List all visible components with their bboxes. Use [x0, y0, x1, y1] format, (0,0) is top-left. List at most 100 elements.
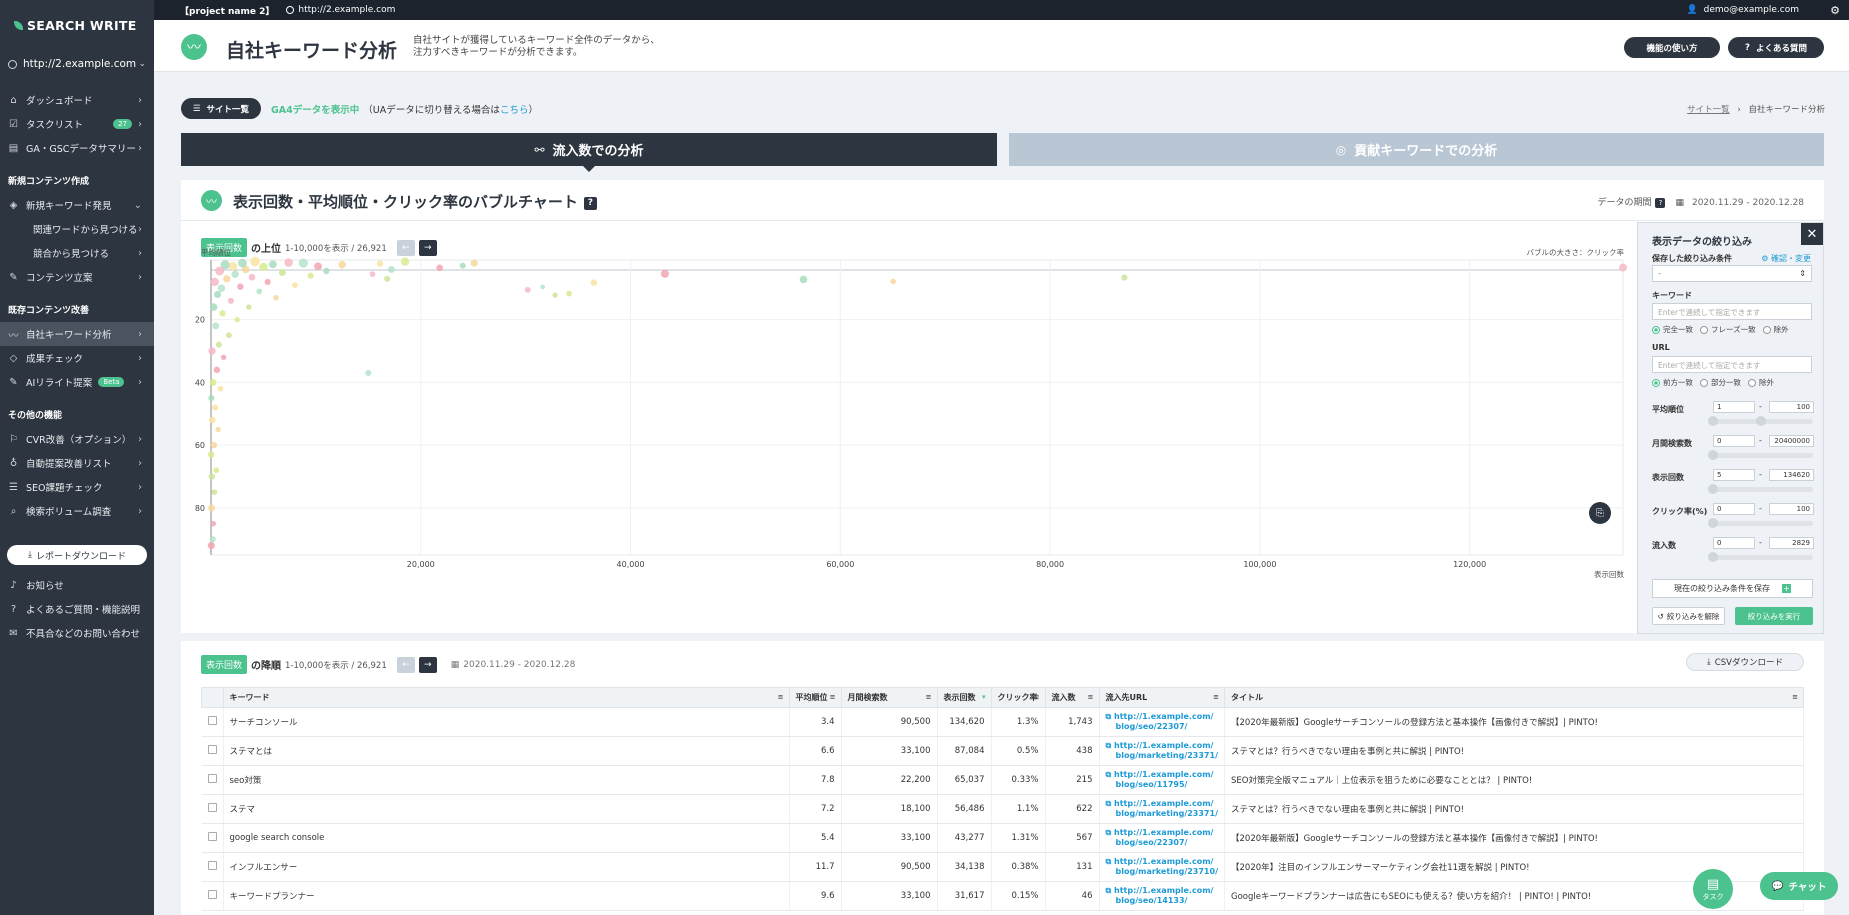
bubble-point[interactable]: [540, 284, 545, 290]
bubble-point[interactable]: [210, 441, 218, 449]
range-slider[interactable]: [1713, 555, 1813, 560]
max-input[interactable]: 100: [1769, 503, 1814, 515]
save-conditions-button[interactable]: 現在の絞り込み条件を保存 +: [1652, 579, 1813, 598]
radio-url-exclude[interactable]: 除外: [1748, 377, 1774, 388]
bubble-point[interactable]: [365, 369, 372, 377]
user-menu[interactable]: 👤 demo@example.com: [1686, 5, 1799, 15]
bubble-point[interactable]: [799, 275, 808, 284]
column-monthly-volume[interactable]: 月間検索数 ≡: [840, 687, 938, 708]
slider-handle[interactable]: [1708, 416, 1718, 426]
radio-prefix[interactable]: 前方一致: [1652, 377, 1693, 388]
bubble-point[interactable]: [215, 426, 221, 433]
bubble-point[interactable]: [219, 310, 226, 317]
site-list-button[interactable]: ☰ サイト一覧: [181, 98, 261, 119]
cell-url[interactable]: ⧉ http://1.example.com/blog/seo/11795/: [1099, 765, 1225, 795]
edit-conditions-link[interactable]: ⚙ 確認・変更: [1761, 253, 1811, 264]
min-input[interactable]: 5: [1713, 469, 1755, 481]
sidebar-item-news[interactable]: ♪ お知らせ: [0, 573, 154, 597]
bubble-point[interactable]: [210, 277, 219, 287]
bubble-point[interactable]: [259, 262, 268, 272]
cell-url[interactable]: ⧉ http://1.example.com/blog/seo/22307/: [1099, 707, 1225, 737]
radio-exclude[interactable]: 除外: [1762, 324, 1789, 335]
bubble-point[interactable]: [234, 316, 240, 323]
bubble-point[interactable]: [566, 290, 572, 297]
sort-icon[interactable]: ≡: [1792, 693, 1798, 701]
cell-url[interactable]: ⧉ http://1.example.com/blog/marketing/23…: [1099, 852, 1225, 882]
row-checkbox[interactable]: [207, 890, 217, 899]
bubble-point[interactable]: [552, 292, 558, 298]
bubble-point[interactable]: [436, 264, 443, 272]
bubble-point[interactable]: [209, 378, 217, 386]
reset-filter-button[interactable]: ↺ 絞り込みを解除: [1652, 607, 1725, 625]
sort-icon[interactable]: ≡: [830, 693, 836, 701]
site-selector[interactable]: http://2.example.com ⌄: [0, 50, 154, 78]
sort-metric-select[interactable]: 表示回数: [201, 655, 248, 674]
bubble-point[interactable]: [369, 271, 376, 278]
bubble-point[interactable]: [384, 275, 391, 282]
radio-partial[interactable]: 部分一致: [1700, 377, 1741, 388]
bubble-point[interactable]: [208, 504, 216, 512]
bubble-point[interactable]: [209, 303, 218, 311]
bubble-point[interactable]: [524, 286, 531, 293]
bubble-point[interactable]: [217, 284, 226, 292]
gear-icon[interactable]: ⚙: [1830, 4, 1840, 17]
slider-handle[interactable]: [1708, 518, 1718, 528]
faq-button[interactable]: ? よくある質問: [1728, 37, 1824, 58]
radio-phrase[interactable]: フレーズ一致: [1700, 324, 1756, 335]
help-icon[interactable]: ?: [1655, 198, 1666, 208]
min-input[interactable]: 1: [1713, 401, 1755, 413]
bubble-point[interactable]: [307, 272, 314, 279]
bubble-point[interactable]: [208, 451, 215, 458]
cell-keyword[interactable]: google search console: [223, 823, 790, 853]
bubble-point[interactable]: [215, 266, 225, 276]
bubble-point[interactable]: [237, 283, 244, 290]
sidebar-item-content-planning[interactable]: ✎ コンテンツ立案 ›: [0, 265, 154, 289]
sidebar-item-ai-rewrite[interactable]: ✎ AIリライト提案 Beta ›: [0, 370, 154, 394]
row-checkbox[interactable]: [207, 716, 217, 725]
sidebar-item-search-volume[interactable]: ⌕ 検索ボリューム調査 ›: [0, 499, 154, 523]
bubble-point[interactable]: [207, 541, 215, 550]
cell-keyword[interactable]: サーチコンソール: [223, 707, 790, 737]
row-checkbox[interactable]: [207, 745, 217, 754]
sort-icon[interactable]: ≡: [926, 693, 932, 701]
row-checkbox[interactable]: [207, 803, 217, 812]
column-title[interactable]: タイトル ≡: [1224, 687, 1804, 708]
column-impressions[interactable]: 表示回数 ▾: [936, 687, 992, 708]
bubble-point[interactable]: [225, 332, 232, 339]
sidebar-item-competitors[interactable]: 競合から見つける ›: [0, 241, 154, 265]
max-input[interactable]: 100: [1769, 401, 1814, 413]
column-keyword[interactable]: キーワード ≡: [222, 687, 790, 708]
sidebar-item-new-keyword[interactable]: ◈ 新規キーワード発見 ⌄: [0, 193, 154, 217]
sort-icon[interactable]: ≡: [1213, 693, 1219, 701]
bubble-point[interactable]: [209, 536, 216, 543]
bubble-point[interactable]: [314, 262, 322, 271]
cell-url[interactable]: ⧉ http://1.example.com/blog/seo/22307/: [1099, 823, 1225, 853]
bubble-point[interactable]: [400, 257, 410, 266]
sidebar-item-dashboard[interactable]: ⌂ ダッシュボード ›: [0, 88, 154, 112]
bubble-point[interactable]: [231, 270, 239, 278]
sidebar-item-results-check[interactable]: ◇ 成果チェック ›: [0, 346, 154, 370]
cell-keyword[interactable]: ステマとは: [223, 736, 790, 766]
column-url[interactable]: 流入先URL ≡: [1098, 687, 1225, 708]
bubble-point[interactable]: [387, 265, 395, 273]
bubble-point[interactable]: [213, 467, 220, 474]
sidebar-item-ga-gsc-summary[interactable]: ▤ GA・GSCデータサマリー ›: [0, 136, 154, 160]
cell-url[interactable]: ⧉ http://1.example.com/blog/marketing/23…: [1099, 794, 1225, 824]
sidebar-item-auto-suggest[interactable]: ♁ 自動提案改善リスト ›: [0, 451, 154, 475]
bubble-point[interactable]: [376, 260, 384, 267]
bubble-point[interactable]: [209, 416, 216, 424]
range-slider[interactable]: [1713, 487, 1813, 492]
tab-contribution-analysis[interactable]: ◎ 貢献キーワードでの分析: [1009, 133, 1824, 166]
howto-button[interactable]: 機能の使い方: [1624, 37, 1720, 58]
ua-switch-link[interactable]: こちら: [500, 102, 529, 116]
help-icon[interactable]: ?: [583, 197, 597, 210]
sidebar-item-cvr[interactable]: ⚐ CVR改善（オプション） ›: [0, 427, 154, 451]
slider-handle[interactable]: [1708, 450, 1718, 460]
bubble-point[interactable]: [323, 267, 330, 275]
close-icon[interactable]: ✕: [1801, 223, 1823, 245]
column-ctr[interactable]: クリック率 ≡: [990, 687, 1046, 708]
project-url[interactable]: http://2.example.com: [298, 5, 395, 15]
bubble-point[interactable]: [264, 278, 271, 286]
bubble-point[interactable]: [890, 278, 896, 285]
prev-page-button[interactable]: ←: [396, 656, 415, 673]
